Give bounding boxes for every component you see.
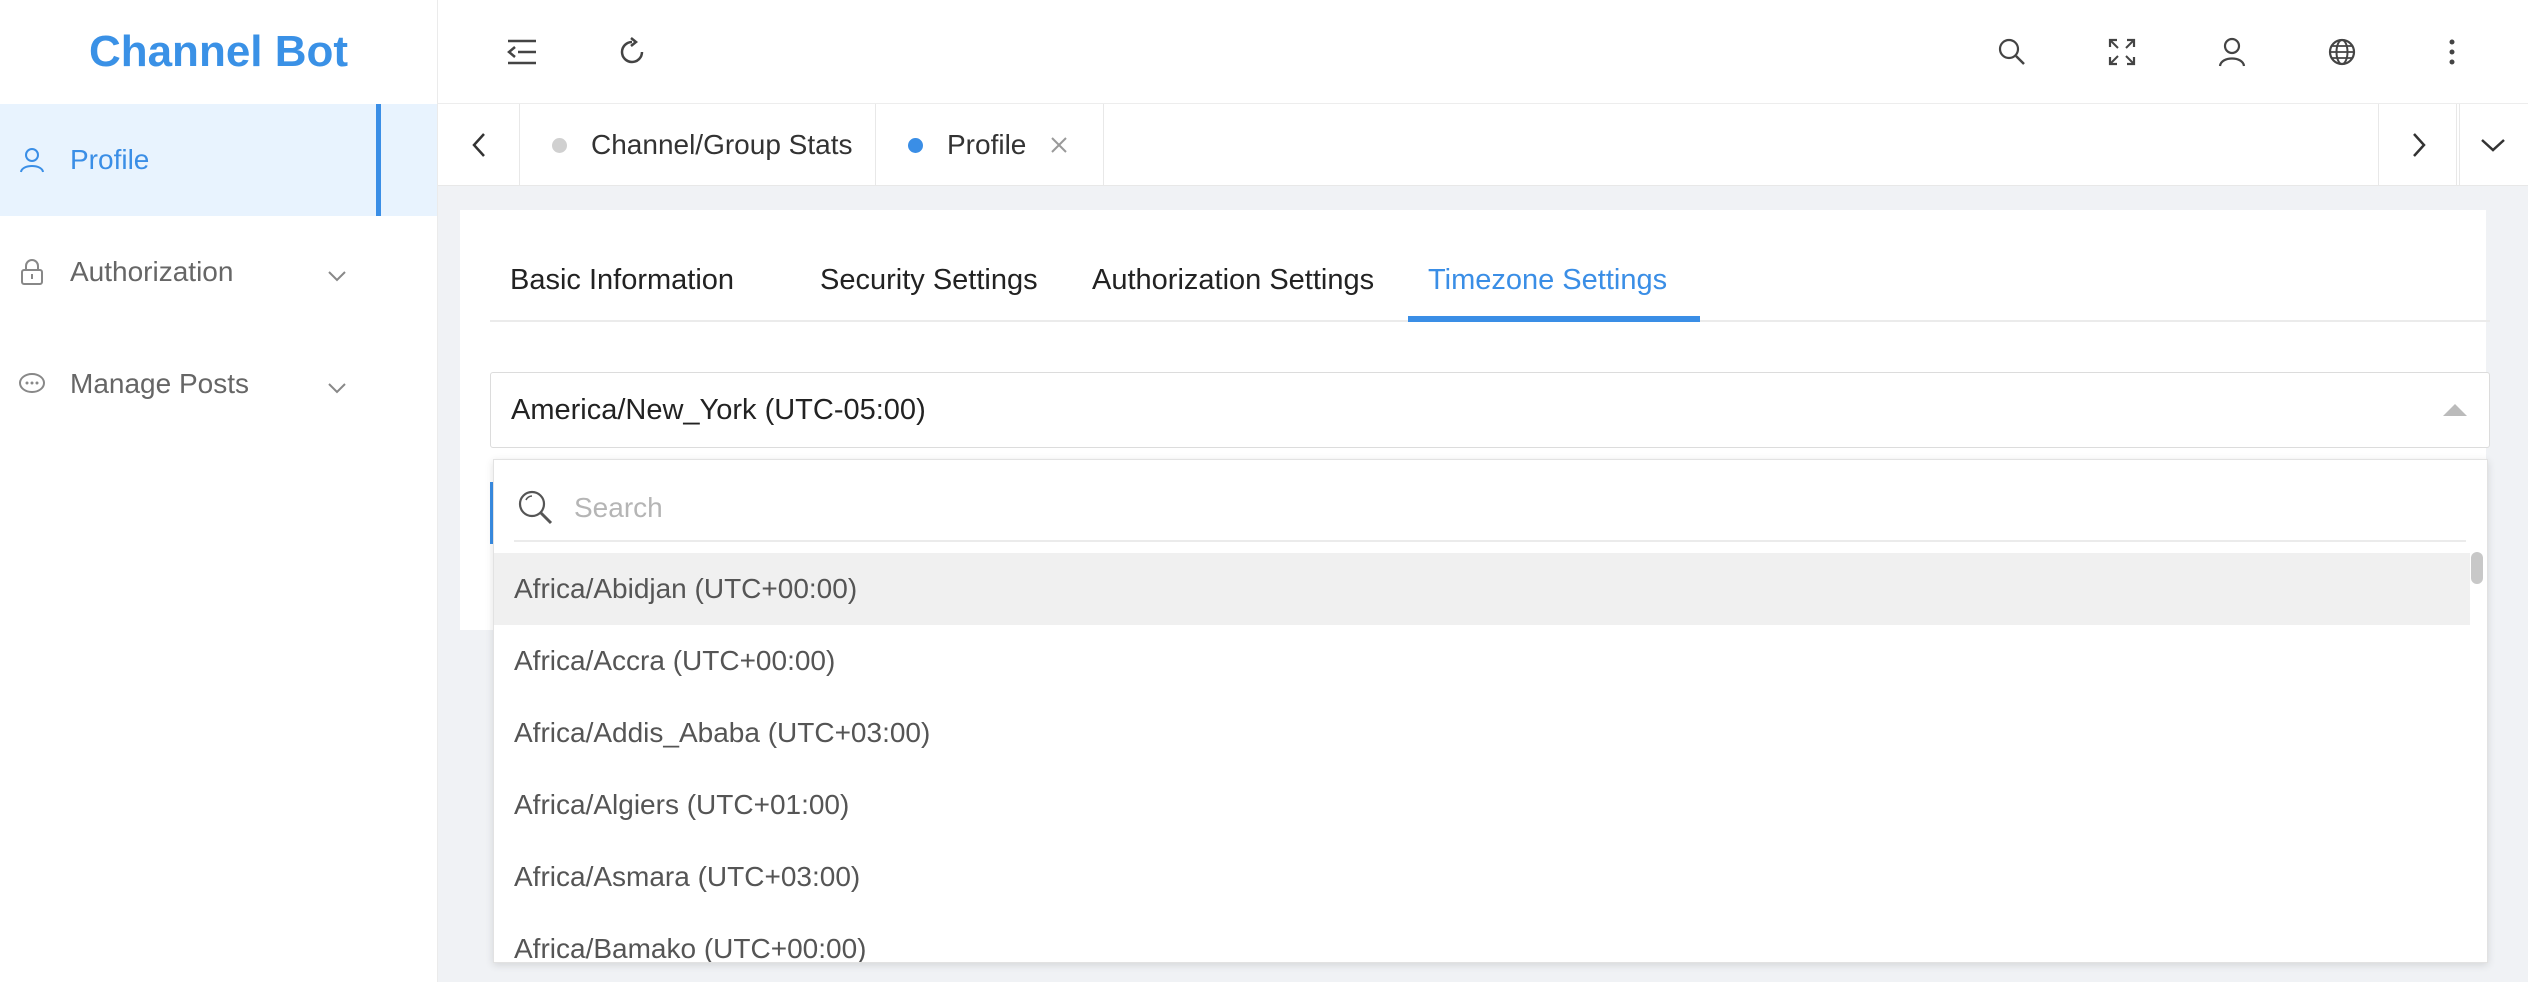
close-icon[interactable] [1050, 136, 1068, 154]
tab-channel-group-stats[interactable]: Channel/Group Stats [520, 104, 876, 186]
more-icon[interactable] [2424, 24, 2480, 80]
caret-up-icon [2443, 404, 2467, 416]
sidebar: Channel Bot Profile Authorization Manage… [0, 0, 438, 982]
list-item[interactable]: Africa/Bamako (UTC+00:00) [494, 913, 2470, 962]
timezone-select-value: America/New_York (UTC-05:00) [511, 393, 926, 426]
sidebar-item-authorization[interactable]: Authorization [0, 216, 437, 328]
sidebar-item-manage-posts[interactable]: Manage Posts [0, 328, 437, 440]
active-indicator [376, 104, 381, 216]
chat-icon [18, 370, 46, 398]
timezone-options-list: Africa/Abidjan (UTC+00:00) Africa/Accra … [494, 553, 2470, 962]
tab-status-dot [908, 137, 923, 153]
timezone-search-input[interactable] [572, 491, 2372, 525]
globe-icon[interactable] [2314, 24, 2370, 80]
active-tab-underline [1408, 316, 1700, 322]
chevron-left-icon [471, 133, 485, 157]
tabs-bar: Channel/Group Stats Profile [438, 104, 2528, 186]
sidebar-item-label: Manage Posts [70, 368, 249, 399]
chevron-right-icon [2413, 133, 2426, 157]
brand-logo: Channel Bot [88, 27, 349, 76]
sidebar-item-label: Authorization [70, 256, 234, 287]
fullscreen-icon[interactable] [2094, 24, 2150, 80]
tab-profile[interactable]: Profile [876, 104, 1104, 186]
user-icon [18, 146, 46, 174]
settings-tabs: Basic Information Security Settings Auth… [490, 250, 2490, 322]
list-item[interactable]: Africa/Asmara (UTC+03:00) [494, 841, 2470, 913]
chevron-down-icon [327, 258, 347, 290]
chevron-down-icon [327, 370, 347, 402]
menu-fold-icon[interactable] [494, 24, 550, 80]
timezone-dropdown: Africa/Abidjan (UTC+00:00) Africa/Accra … [493, 459, 2488, 963]
tab-label: Profile [947, 129, 1027, 160]
tabs-next-button[interactable] [2378, 104, 2460, 186]
tabs-prev-button[interactable] [438, 104, 520, 186]
list-item[interactable]: Africa/Abidjan (UTC+00:00) [494, 553, 2470, 625]
top-bar [438, 0, 2528, 104]
list-item[interactable]: Africa/Addis_Ababa (UTC+03:00) [494, 697, 2470, 769]
tab-authorization-settings[interactable]: Authorization Settings [1092, 250, 1374, 322]
list-item[interactable]: Africa/Accra (UTC+00:00) [494, 625, 2470, 697]
user-icon[interactable] [2204, 24, 2260, 80]
search-icon [516, 488, 556, 528]
refresh-icon[interactable] [604, 24, 660, 80]
sidebar-item-profile[interactable]: Profile [0, 104, 437, 216]
search-icon[interactable] [1984, 24, 2040, 80]
tab-label: Channel/Group Stats [591, 129, 853, 160]
list-item[interactable]: Africa/Algiers (UTC+01:00) [494, 769, 2470, 841]
tab-security-settings[interactable]: Security Settings [820, 250, 1038, 322]
sidebar-item-label: Profile [70, 144, 150, 175]
lock-icon [18, 258, 46, 286]
tabs-menu-button[interactable] [2456, 104, 2528, 186]
tab-basic-information[interactable]: Basic Information [510, 250, 734, 322]
dropdown-scrollbar[interactable] [2471, 552, 2483, 584]
chevron-down-icon [2480, 139, 2505, 152]
tab-status-dot [552, 137, 567, 153]
dropdown-search [514, 476, 2466, 542]
timezone-select[interactable]: America/New_York (UTC-05:00) [490, 372, 2490, 448]
tab-timezone-settings[interactable]: Timezone Settings [1428, 250, 1667, 322]
